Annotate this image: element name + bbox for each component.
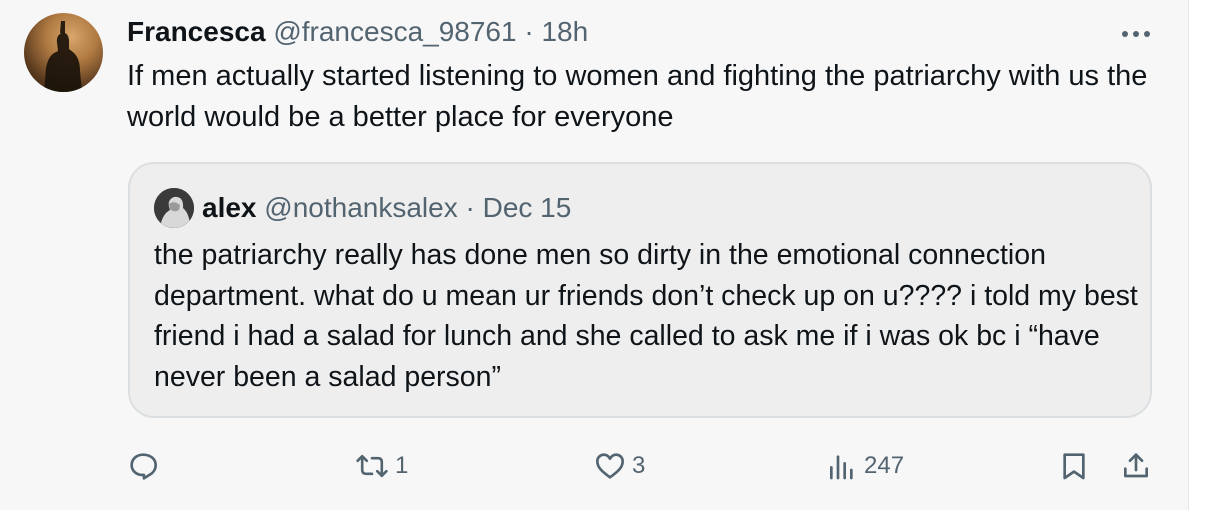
author-handle[interactable]: @francesca_98761 — [273, 16, 516, 47]
repost-count: 1 — [395, 452, 409, 479]
more-icon[interactable] — [1116, 16, 1156, 52]
quote-date[interactable]: Dec 15 — [483, 192, 572, 223]
repost-button[interactable]: 1 — [355, 444, 408, 488]
post-time[interactable]: 18h — [541, 16, 588, 47]
action-bar: 1 3 247 — [0, 444, 1188, 488]
reply-button[interactable] — [127, 444, 165, 488]
reply-icon — [127, 450, 159, 482]
share-button[interactable] — [1120, 444, 1152, 488]
quote-author-avatar[interactable] — [154, 188, 194, 228]
quoted-post[interactable]: alex @nothanksalex · Dec 15 the patriarc… — [128, 162, 1152, 418]
author-header: Francesca @francesca_98761 · 18h — [127, 14, 588, 50]
share-icon — [1120, 450, 1152, 482]
quote-text: the patriarchy really has done men so di… — [154, 239, 1138, 393]
quote-author-handle[interactable]: @nothanksalex — [264, 192, 457, 223]
separator-dot: · — [524, 16, 534, 47]
heart-icon — [594, 450, 626, 482]
bookmark-button[interactable] — [1058, 444, 1090, 488]
views-icon — [826, 450, 858, 482]
quote-header: alex @nothanksalex · Dec 15 — [202, 190, 571, 226]
quote-author-name[interactable]: alex — [202, 192, 257, 223]
author-name[interactable]: Francesca — [127, 16, 266, 47]
author-avatar[interactable] — [24, 13, 103, 92]
like-button[interactable]: 3 — [594, 444, 645, 488]
tweet-card: Francesca @francesca_98761 · 18h If men … — [0, 0, 1189, 510]
views-button[interactable]: 247 — [826, 444, 904, 488]
post-text: If men actually started listening to wom… — [127, 60, 1148, 133]
separator-dot: · — [465, 192, 475, 223]
repost-icon — [355, 450, 389, 482]
views-count: 247 — [864, 452, 905, 479]
bookmark-icon — [1058, 450, 1090, 482]
like-count: 3 — [632, 452, 646, 479]
